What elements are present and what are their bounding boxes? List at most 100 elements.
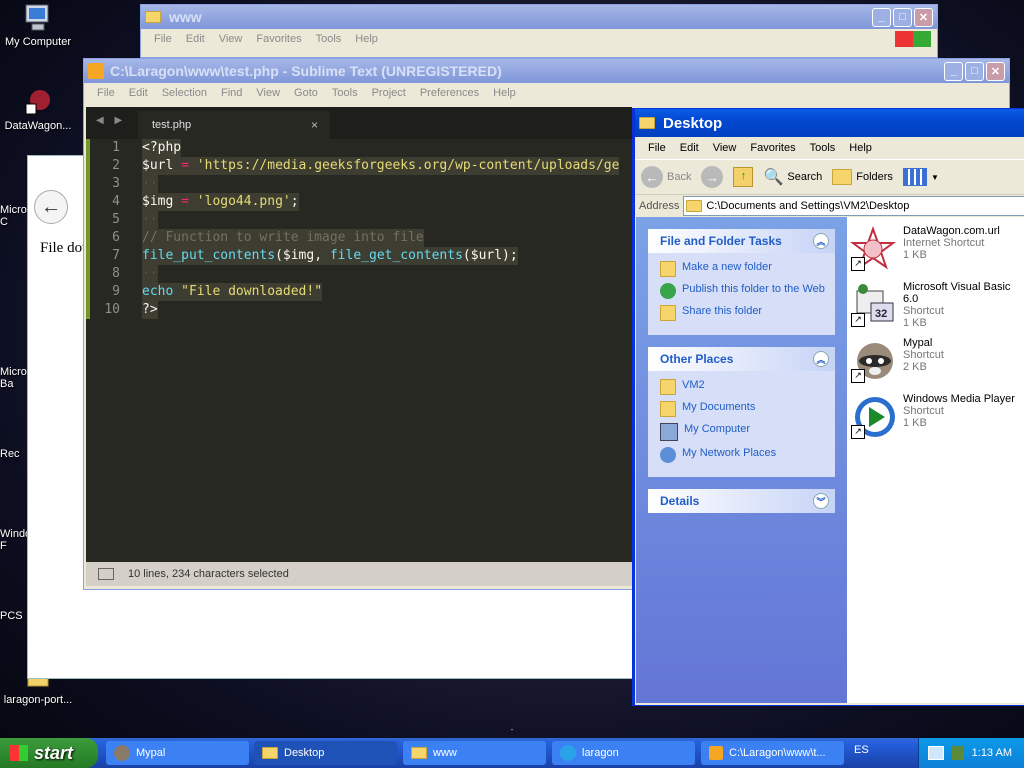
file-item-media-player[interactable]: ↗ Windows Media Player Shortcut 1 KB <box>849 393 1015 441</box>
www-titlebar[interactable]: www _ □ ✕ <box>141 5 937 29</box>
menu-tools[interactable]: Tools <box>803 142 843 154</box>
panel-header[interactable]: Other Places ︽ <box>648 347 835 371</box>
sublime-titlebar[interactable]: C:\Laragon\www\test.php - Sublime Text (… <box>84 59 1009 83</box>
panel-header[interactable]: Details ︾ <box>648 489 835 513</box>
tray-app-icon[interactable] <box>951 746 964 760</box>
place-my-documents[interactable]: My Documents <box>660 401 825 417</box>
mypal-icon <box>114 745 130 761</box>
maximize-button[interactable]: □ <box>893 7 912 27</box>
desktop-icon-recycle[interactable]: Rec <box>0 420 30 460</box>
back-arrow-icon[interactable]: ← <box>34 190 68 224</box>
file-list[interactable]: ↗ DataWagon.com.url Internet Shortcut 1 KB… <box>847 217 1024 703</box>
search-button[interactable]: 🔍 Search <box>763 167 822 187</box>
menu-file[interactable]: File <box>641 142 673 154</box>
taskbar-item-sublime[interactable]: C:\Laragon\www\t... <box>701 741 844 765</box>
tab-test-php[interactable]: test.php × <box>138 111 330 139</box>
collapse-chevron-icon[interactable]: ︽ <box>813 351 829 367</box>
menu-tools[interactable]: Tools <box>325 87 365 99</box>
menu-favorites[interactable]: Favorites <box>249 33 308 45</box>
close-button[interactable]: ✕ <box>986 61 1005 81</box>
collapse-chevron-icon[interactable]: ︽ <box>813 233 829 249</box>
clock[interactable]: 1:13 AM <box>972 747 1012 759</box>
expand-chevron-icon[interactable]: ︾ <box>813 493 829 509</box>
explorer-desktop-window[interactable]: Desktop File Edit View Favorites Tools H… <box>632 108 1024 706</box>
menu-file[interactable]: File <box>147 33 179 45</box>
tab-nav-arrows-icon[interactable]: ◀ ▶ <box>96 115 126 126</box>
folders-button[interactable]: Folders <box>832 169 893 185</box>
desktop-icon-my-computer[interactable]: My Computer <box>0 2 78 48</box>
code-line[interactable]: 6 // Function to write image into file <box>86 229 632 247</box>
folder-icon <box>411 747 427 759</box>
task-share-folder[interactable]: Share this folder <box>660 305 825 321</box>
panel-title: File and Folder Tasks <box>660 234 782 248</box>
close-button[interactable]: ✕ <box>914 7 933 27</box>
file-item-datawagon[interactable]: ↗ DataWagon.com.url Internet Shortcut 1 KB <box>849 225 1000 273</box>
menu-edit[interactable]: Edit <box>122 87 155 99</box>
forward-button[interactable]: → <box>701 166 724 188</box>
menu-goto[interactable]: Goto <box>287 87 325 99</box>
language-indicator[interactable]: ES <box>854 744 869 756</box>
menu-view[interactable]: View <box>212 33 250 45</box>
desktop-icon-micro-ba[interactable]: Micro Ba <box>0 338 30 390</box>
task-new-folder[interactable]: Make a new folder <box>660 261 825 277</box>
file-item-visual-basic[interactable]: 32 ↗ Microsoft Visual Basic 6.0 Shortcut 1… <box>849 281 1024 329</box>
back-button[interactable]: ← Back <box>641 166 691 188</box>
code-line[interactable]: 10 ?> <box>86 301 632 319</box>
taskbar-item-www[interactable]: www <box>403 741 546 765</box>
taskbar-item-laragon[interactable]: laragon <box>552 741 695 765</box>
menu-help[interactable]: Help <box>348 33 385 45</box>
menu-edit[interactable]: Edit <box>179 33 212 45</box>
code-editor[interactable]: ◀ ▶ test.php × 1 <?php 2 $url = 'https://me… <box>86 107 632 562</box>
datawagon-url-icon: ↗ <box>849 225 897 273</box>
menu-favorites[interactable]: Favorites <box>743 142 802 154</box>
desktop-icon-micro-c[interactable]: Micro C <box>0 176 30 228</box>
code-line[interactable]: 7 file_put_contents($img, file_get_conten… <box>86 247 632 265</box>
code-line[interactable]: 1 <?php <box>86 139 632 157</box>
code-line[interactable]: 2 $url = 'https://media.geeksforgeeks.org… <box>86 157 632 175</box>
panel-toggle-icon[interactable] <box>98 568 114 580</box>
up-folder-button[interactable]: ↑ <box>733 167 754 187</box>
start-button[interactable]: start <box>0 738 98 768</box>
panel-header[interactable]: File and Folder Tasks ︽ <box>648 229 835 253</box>
code-line[interactable]: 8 ·· <box>86 265 632 283</box>
desktop-icon-pcs[interactable]: PCS <box>0 582 30 622</box>
menu-find[interactable]: Find <box>214 87 249 99</box>
address-input[interactable]: C:\Documents and Settings\VM2\Desktop <box>683 196 1024 216</box>
menu-preferences[interactable]: Preferences <box>413 87 486 99</box>
code-lines[interactable]: 1 <?php 2 $url = 'https://media.geeksforgee… <box>86 139 632 319</box>
tab-close-icon[interactable]: × <box>311 118 318 132</box>
menu-view[interactable]: View <box>249 87 287 99</box>
code-line[interactable]: 5 ·· <box>86 211 632 229</box>
menu-edit[interactable]: Edit <box>673 142 706 154</box>
menu-tools[interactable]: Tools <box>309 33 349 45</box>
menu-help[interactable]: Help <box>842 142 879 154</box>
minimize-button[interactable]: _ <box>944 61 963 81</box>
desktop-icon-datawagon[interactable]: DataWagon... <box>0 86 78 132</box>
back-arrow-icon: ← <box>641 166 663 188</box>
menu-view[interactable]: View <box>706 142 744 154</box>
desktop-icon-windows-f[interactable]: Windo F <box>0 500 31 552</box>
network-tray-icon[interactable] <box>927 746 944 760</box>
menu-selection[interactable]: Selection <box>155 87 214 99</box>
task-publish-web[interactable]: Publish this folder to the Web <box>660 283 825 299</box>
code-line[interactable]: 3 ·· <box>86 175 632 193</box>
maximize-button[interactable]: □ <box>965 61 984 81</box>
menu-project[interactable]: Project <box>365 87 413 99</box>
views-button[interactable]: ▼ <box>902 168 939 186</box>
taskbar-item-mypal[interactable]: Mypal <box>106 741 249 765</box>
details-panel: Details ︾ <box>648 489 835 513</box>
place-my-computer[interactable]: My Computer <box>660 423 825 441</box>
minimize-button[interactable]: _ <box>872 7 891 27</box>
code-line[interactable]: 4 $img = 'logo44.png'; <box>86 193 632 211</box>
www-window[interactable]: www _ □ ✕ File Edit View Favorites Tools… <box>140 4 938 58</box>
place-network[interactable]: My Network Places <box>660 447 825 463</box>
menu-file[interactable]: File <box>90 87 122 99</box>
code-token: file_get_contents <box>329 248 463 263</box>
explorer-titlebar[interactable]: Desktop <box>635 109 1024 137</box>
mypal-raccoon-icon: ↗ <box>849 337 897 385</box>
place-vm2[interactable]: VM2 <box>660 379 825 395</box>
code-line[interactable]: 9 echo "File downloaded!" <box>86 283 632 301</box>
menu-help[interactable]: Help <box>486 87 523 99</box>
taskbar-item-desktop[interactable]: Desktop <box>254 741 397 765</box>
file-item-mypal[interactable]: ↗ Mypal Shortcut 2 KB <box>849 337 944 385</box>
